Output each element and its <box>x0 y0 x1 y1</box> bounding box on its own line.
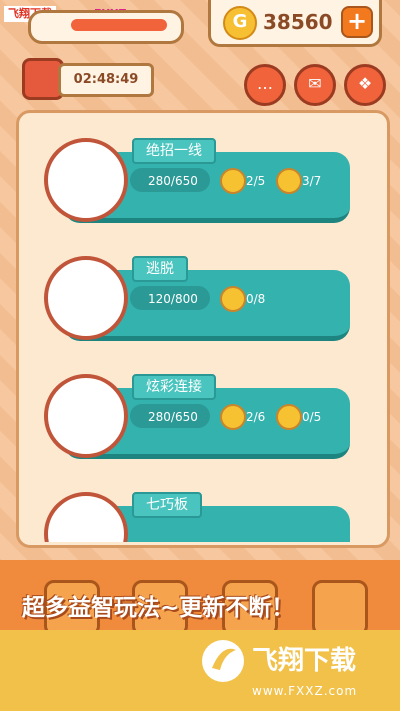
mode-card-color-connect[interactable]: 炫彩连接 280/650 2/6 0/5 <box>44 374 350 459</box>
gift-icon[interactable]: ❖ <box>344 64 386 106</box>
mode-title: 绝招一线 <box>132 138 216 164</box>
coin-counter: G 38560 + <box>208 0 382 47</box>
mode-title: 逃脱 <box>132 256 188 282</box>
medal-count-1: 2/5 <box>246 174 266 188</box>
logo-url: www.FXXZ.com <box>252 684 358 698</box>
mode-progress: 120/800 <box>148 292 198 306</box>
coin-amount: 38560 <box>263 10 333 34</box>
promo-banner: 超多益智玩法~更新不断！ <box>22 595 295 621</box>
medal-icon <box>276 404 302 430</box>
mode-card-escape[interactable]: 逃脱 120/800 0/8 <box>44 256 350 341</box>
medal-count-2: 3/7 <box>302 174 322 188</box>
medal-count-2: 0/5 <box>302 410 322 424</box>
mode-title: 炫彩连接 <box>132 374 216 400</box>
medal-icon <box>220 286 246 312</box>
xp-bar <box>28 10 184 44</box>
medal-icon <box>220 404 246 430</box>
xp-bar-fill <box>71 19 167 31</box>
mode-thumbnail <box>44 256 128 340</box>
medal-icon <box>276 168 302 194</box>
medal-icon <box>220 168 246 194</box>
mode-card-tangram[interactable]: 七巧板 <box>44 492 350 542</box>
coin-icon: G <box>223 6 257 40</box>
logo-icon <box>202 640 244 682</box>
mode-progress: 280/650 <box>148 174 198 188</box>
mode-title: 七巧板 <box>132 492 202 518</box>
mode-card-connect-line[interactable]: 绝招一线 280/650 2/5 3/7 <box>44 138 350 223</box>
medal-count-1: 2/6 <box>246 410 266 424</box>
mail-icon[interactable]: ✉ <box>294 64 336 106</box>
add-coins-button[interactable]: + <box>341 6 373 38</box>
chat-icon[interactable]: … <box>244 64 286 106</box>
mode-thumbnail <box>44 492 128 542</box>
footer-logo: 飞翔下载 www.FXXZ.com <box>200 630 390 706</box>
medal-count-1: 0/8 <box>246 292 266 306</box>
mode-progress: 280/650 <box>148 410 198 424</box>
mode-thumbnail <box>44 138 128 222</box>
mode-thumbnail <box>44 374 128 458</box>
gift-timer: 02:48:49 <box>58 63 154 97</box>
logo-title: 飞翔下载 <box>252 646 357 676</box>
